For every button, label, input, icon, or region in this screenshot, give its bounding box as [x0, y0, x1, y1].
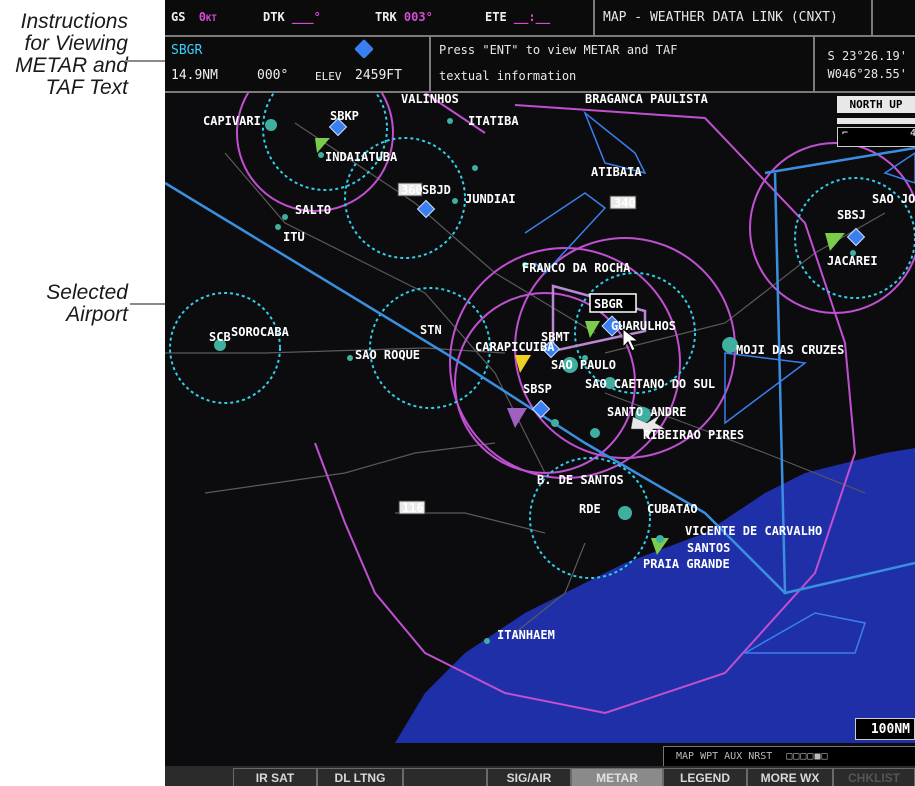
- label-jundiai: JUNDIAI: [465, 192, 516, 206]
- dtk-label: DTK: [263, 10, 285, 24]
- highway-116: 116: [402, 501, 424, 515]
- highway-340: 340: [614, 196, 636, 210]
- instruction-line-1: Press "ENT" to view METAR and TAF: [439, 43, 678, 57]
- page-title: MAP - WEATHER DATA LINK (CNXT): [593, 0, 873, 35]
- label-carapicuiba: CARAPICUIBA: [475, 340, 555, 354]
- label-atibaia: ATIBAIA: [591, 165, 642, 179]
- callout-line: TAF Text: [45, 76, 128, 99]
- softkey-sig-air[interactable]: SIG/AIR: [487, 768, 571, 786]
- callout-line: for Viewing: [24, 32, 128, 55]
- label-itanhaem: ITANHAEM: [497, 628, 555, 642]
- label-sbjd: SBJD: [422, 183, 451, 197]
- instruction-line-2: textual information: [439, 69, 577, 83]
- label-sorocaba: SOROCABA: [231, 325, 290, 339]
- ete-label: ETE: [485, 10, 507, 24]
- label-praia-grande: PRAIA GRANDE: [643, 557, 730, 571]
- label-rde: RDE: [579, 502, 601, 516]
- map-range: 100NM: [855, 718, 915, 740]
- gs-value: 0: [198, 10, 206, 24]
- softkey-metar[interactable]: METAR: [571, 768, 663, 786]
- callout-line: Selected: [46, 281, 128, 304]
- gs-unit: KT: [205, 14, 217, 24]
- trk-value: 003°: [403, 10, 433, 24]
- page-dots: □□□□■□: [786, 751, 829, 762]
- waypoint-distance: 14.9NM: [171, 68, 218, 83]
- orientation-bar: [837, 118, 915, 124]
- label-sao-paulo: SAO PAULO: [551, 358, 616, 372]
- callout-line: METAR and: [15, 54, 128, 77]
- label-salto: SALTO: [295, 203, 331, 217]
- ete-value: __:__: [513, 10, 551, 24]
- wind-scale-label: 4: [909, 128, 915, 139]
- selected-airport-ident: SBGR: [594, 297, 624, 311]
- callout-instructions: Instructions for Viewing METAR and TAF T…: [0, 11, 128, 99]
- orientation-indicator: NORTH UP ⌐ 4: [837, 96, 915, 148]
- page-group-indicator: MAP WPT AUX NRST □□□□■□: [663, 746, 915, 768]
- trk-field: TRK 003°: [375, 10, 433, 24]
- label-jacarei: JACAREI: [827, 254, 878, 268]
- label-itu: ITU: [283, 230, 305, 244]
- waypoint-info-bar: SBGR 14.9NM 000° ELEV 2459FT Press "ENT"…: [165, 37, 915, 93]
- label-valinhos: VALINHOS: [401, 93, 459, 106]
- label-sao-caetano: SAO CAETANO DO SUL: [585, 377, 715, 391]
- softkey-chklist[interactable]: CHKLIST: [833, 768, 915, 786]
- airport-icon: [354, 39, 374, 59]
- label-stn: STN: [420, 323, 442, 337]
- label-braganca: BRAGANCA PAULISTA: [585, 93, 709, 106]
- label-cubatao: CUBATAO: [647, 502, 698, 516]
- orientation-label: NORTH UP: [837, 96, 915, 113]
- trk-label: TRK: [375, 10, 397, 24]
- ete-field: ETE __:__: [485, 10, 550, 24]
- elevation-label: ELEV: [315, 70, 342, 83]
- label-sbkp: SBKP: [330, 109, 359, 123]
- label-scb: SCB: [209, 330, 231, 344]
- label-ribeirao: RIBEIRAO PIRES: [643, 428, 744, 442]
- gs-field: GS 0KT: [171, 10, 217, 24]
- elevation-value: 2459FT: [355, 68, 402, 83]
- softkey-legend[interactable]: LEGEND: [663, 768, 747, 786]
- callout-line: Instructions: [20, 10, 128, 33]
- label-guarulhos: GUARULHOS: [611, 319, 676, 333]
- waypoint-ident: SBGR: [171, 43, 203, 58]
- callout-line: Airport: [66, 303, 128, 326]
- softkey-more-wx[interactable]: MORE WX: [747, 768, 833, 786]
- wind-scale: ⌐ 4: [837, 127, 915, 147]
- weather-map[interactable]: 360 340 116 VALINHOS BRAGANCA PAULISTA C…: [165, 93, 915, 743]
- label-indaiatuba: INDAIATUBA: [325, 150, 398, 164]
- page-group-label: MAP WPT AUX NRST: [676, 751, 773, 762]
- softkey-blank[interactable]: [403, 768, 487, 786]
- ocean-area: [395, 448, 915, 743]
- gs-label: GS: [171, 10, 186, 24]
- longitude: W046°28.55': [827, 67, 907, 81]
- waypoint-bearing: 000°: [257, 68, 289, 83]
- softkey-bar: IR SAT DL LTNG SIG/AIR METAR LEGEND MORE…: [165, 766, 915, 786]
- mfd-screen: GS 0KT DTK ___° TRK 003° ETE __:__ MAP -…: [165, 0, 915, 786]
- label-vicente: VICENTE DE CARVALHO: [685, 524, 822, 538]
- label-sbsj: SBSJ: [837, 208, 866, 222]
- softkey-dl-ltng[interactable]: DL LTNG: [317, 768, 403, 786]
- label-franco: FRANCO DA ROCHA: [522, 261, 631, 275]
- instruction-box: Press "ENT" to view METAR and TAF textua…: [429, 37, 815, 91]
- navigation-status-bar: GS 0KT DTK ___° TRK 003° ETE __:__ MAP -…: [165, 0, 915, 37]
- softkey-ir-sat[interactable]: IR SAT: [233, 768, 317, 786]
- dtk-field: DTK ___°: [263, 10, 321, 24]
- callout-selected-airport: Selected Airport: [0, 282, 128, 326]
- label-santo-andre: SANTO ANDRE: [607, 405, 686, 419]
- label-sbsp: SBSP: [523, 382, 552, 396]
- label-sao-jose: SAO JOS: [872, 192, 915, 206]
- label-santos: SANTOS: [687, 541, 730, 555]
- label-sao-roque: SAO ROQUE: [355, 348, 420, 362]
- label-b-de-santos: B. DE SANTOS: [537, 473, 624, 487]
- highway-360: 360: [401, 183, 423, 197]
- dtk-value: ___°: [291, 10, 321, 24]
- latitude: S 23°26.19': [827, 49, 907, 63]
- label-itatiba: ITATIBA: [468, 114, 519, 128]
- label-capivari: CAPIVARI: [203, 114, 261, 128]
- label-moji: MOJI DAS CRUZES: [736, 343, 844, 357]
